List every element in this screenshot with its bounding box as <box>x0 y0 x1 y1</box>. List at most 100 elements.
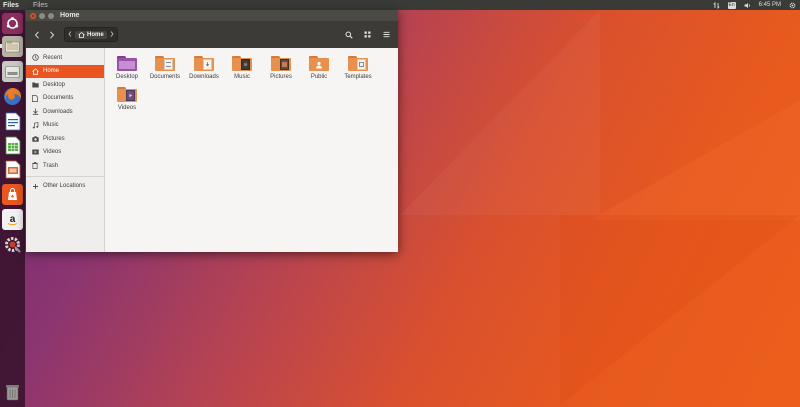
file-view[interactable]: Desktop Documents Downloads Music Pictur… <box>105 48 398 252</box>
folder-videos[interactable]: Videos <box>108 87 146 117</box>
folder-pictures[interactable]: Pictures <box>262 56 300 86</box>
sidebar-item-label: Music <box>43 122 59 129</box>
software-center-icon[interactable] <box>2 184 23 205</box>
folder-documents[interactable]: Documents <box>146 56 184 86</box>
menu-files[interactable]: Files <box>33 2 48 9</box>
sidebar-item-videos[interactable]: Videos <box>26 146 104 160</box>
view-options-button[interactable] <box>361 28 374 41</box>
sidebar-item-label: Videos <box>43 149 62 156</box>
videos-folder-icon <box>117 87 137 102</box>
calc-icon[interactable] <box>2 135 23 156</box>
places-sidebar: Recent Home Desktop Documents Downloads … <box>26 48 105 252</box>
folder-icon <box>31 81 39 89</box>
window-title: Home <box>60 12 80 19</box>
sidebar-item-music[interactable]: Music <box>26 119 104 133</box>
path-crumb-home[interactable]: Home <box>75 30 107 39</box>
sidebar-item-label: Home <box>43 68 60 75</box>
forward-button[interactable] <box>45 28 58 41</box>
folder-downloads[interactable]: Downloads <box>185 56 223 86</box>
clock-icon <box>31 54 39 62</box>
settings-icon[interactable] <box>2 234 23 255</box>
keyboard-layout-indicator[interactable]: En <box>727 1 736 9</box>
path-crumb-label: Home <box>87 31 104 38</box>
folder-label: Pictures <box>270 74 292 80</box>
indicator-area: En 6:45 PM <box>712 1 796 9</box>
search-icon <box>345 31 353 39</box>
sidebar-item-pictures[interactable]: Pictures <box>26 132 104 146</box>
trash-icon[interactable] <box>2 382 23 403</box>
folder-templates[interactable]: Templates <box>339 56 377 86</box>
impress-icon[interactable] <box>2 159 23 180</box>
writer-icon[interactable] <box>2 111 23 132</box>
top-panel: Files Files En 6:45 PM <box>0 0 800 10</box>
sidebar-item-recent[interactable]: Recent <box>26 51 104 65</box>
wallpaper-facet-3 <box>400 10 600 215</box>
sidebar-separator <box>26 175 104 177</box>
sidebar-item-label: Documents <box>43 95 74 102</box>
trash-icon <box>31 162 39 170</box>
sidebar-item-trash[interactable]: Trash <box>26 159 104 173</box>
sidebar-item-label: Desktop <box>43 81 66 88</box>
sidebar-item-label: Pictures <box>43 135 65 142</box>
pictures-folder-icon <box>271 56 291 71</box>
system-gear-icon[interactable] <box>789 2 796 9</box>
folder-label: Documents <box>149 74 181 80</box>
documents-folder-icon <box>155 56 175 71</box>
music-icon <box>31 121 39 129</box>
public-folder-icon <box>309 56 329 71</box>
disk-icon[interactable] <box>2 61 23 82</box>
svg-text:a: a <box>10 214 16 225</box>
window-maximize-button[interactable] <box>48 12 54 19</box>
network-icon[interactable] <box>712 1 720 9</box>
folder-label: Public <box>310 74 328 80</box>
sidebar-item-other-locations[interactable]: Other Locations <box>26 180 104 194</box>
camera-icon <box>31 135 39 143</box>
launcher: a <box>0 10 25 407</box>
firefox-icon[interactable] <box>2 86 23 107</box>
home-icon <box>31 67 39 75</box>
sidebar-item-downloads[interactable]: Downloads <box>26 105 104 119</box>
search-button[interactable] <box>342 28 355 41</box>
folder-public[interactable]: Public <box>300 56 338 86</box>
sidebar-item-label: Trash <box>43 162 59 169</box>
templates-folder-icon <box>348 56 368 71</box>
folder-desktop[interactable]: Desktop <box>108 56 146 86</box>
video-icon <box>31 148 39 156</box>
sidebar-item-desktop[interactable]: Desktop <box>26 78 104 92</box>
sidebar-item-home[interactable]: Home <box>26 64 104 78</box>
amazon-icon[interactable]: a <box>2 209 23 230</box>
folder-label: Videos <box>117 105 137 111</box>
path-left-arrow-icon[interactable] <box>68 30 72 39</box>
sidebar-item-label: Recent <box>43 54 63 61</box>
clock[interactable]: 6:45 PM <box>759 2 781 8</box>
files-icon[interactable] <box>0 36 23 57</box>
back-button[interactable] <box>30 28 43 41</box>
wallpaper-facet-2 <box>560 215 800 405</box>
hamburger-menu-icon <box>383 31 390 38</box>
sidebar-item-documents[interactable]: Documents <box>26 92 104 106</box>
window-close-button[interactable] <box>30 12 36 19</box>
music-folder-icon <box>232 56 252 71</box>
path-bar: Home <box>64 27 118 42</box>
grid-view-icon <box>364 31 371 38</box>
downloads-folder-icon <box>194 56 214 71</box>
volume-icon[interactable] <box>744 2 751 9</box>
window-titlebar[interactable]: Home <box>26 10 398 21</box>
menu-button[interactable] <box>380 28 393 41</box>
home-icon <box>78 31 85 38</box>
sidebar-item-label: Other Locations <box>43 183 86 190</box>
document-icon <box>31 94 39 102</box>
desktop-folder-icon <box>117 56 137 71</box>
wallpaper-facet-1 <box>590 100 800 220</box>
folder-label: Desktop <box>115 74 138 80</box>
folder-label: Music <box>234 74 250 80</box>
plus-icon <box>31 182 39 190</box>
window-minimize-button[interactable] <box>39 12 45 19</box>
headerbar: Home <box>26 21 398 48</box>
path-right-arrow-icon[interactable] <box>110 30 114 39</box>
folder-music[interactable]: Music <box>223 56 261 86</box>
active-app-name: Files <box>3 1 19 9</box>
ubuntu-dash-icon[interactable] <box>2 13 23 34</box>
folder-label: Templates <box>344 74 372 80</box>
files-window: Home Home Recent Home Desktop Documents … <box>26 10 398 252</box>
